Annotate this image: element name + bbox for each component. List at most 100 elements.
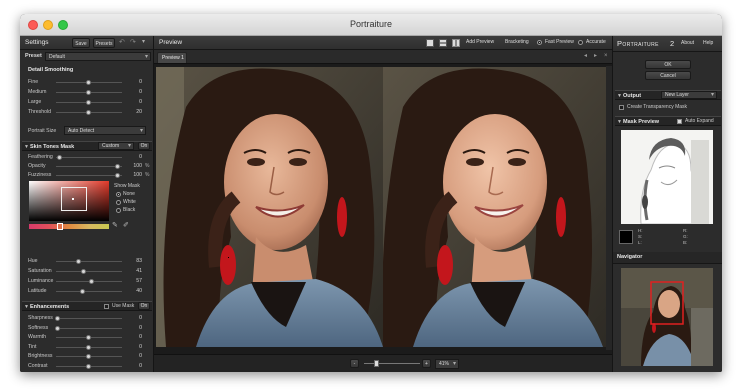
hue-slider-knob[interactable] xyxy=(76,259,82,264)
opacity-slider-knob[interactable] xyxy=(114,164,120,169)
presets-button[interactable]: Presets xyxy=(93,38,115,48)
eyedropper-add-icon[interactable]: ✎ xyxy=(112,222,118,229)
saturation-slider-track[interactable] xyxy=(56,271,122,272)
fuzziness-slider-track[interactable] xyxy=(56,175,122,176)
brand-name: Portraiture xyxy=(617,39,659,48)
single-view-icon[interactable] xyxy=(426,39,434,47)
split-vertical-icon[interactable] xyxy=(452,39,460,47)
output-select[interactable]: New Layer xyxy=(661,91,717,99)
split-horizontal-icon[interactable] xyxy=(439,39,447,47)
luminance-slider-knob[interactable] xyxy=(89,279,95,284)
tab-scroll-left-icon[interactable]: ◂ xyxy=(584,53,587,59)
feathering-slider-knob[interactable] xyxy=(56,155,62,160)
show-mask-white-radio[interactable] xyxy=(116,200,121,205)
skin-tone-selection-box[interactable] xyxy=(61,187,87,211)
ok-button[interactable]: OK xyxy=(645,60,691,69)
latitude-slider-track[interactable] xyxy=(56,291,122,292)
contrast-value[interactable]: 0 xyxy=(122,363,142,369)
fuzziness-label: Fuzziness xyxy=(28,172,52,178)
fuzziness-value[interactable]: 100 xyxy=(122,172,142,178)
auto-expand-checkbox[interactable] xyxy=(677,119,682,124)
medium-value[interactable]: 0 xyxy=(122,89,142,95)
color-readout-s-value: S: xyxy=(638,234,643,239)
hue-strip[interactable] xyxy=(29,223,109,230)
tint-value[interactable]: 0 xyxy=(122,344,142,350)
fuzziness-slider-knob[interactable] xyxy=(114,173,120,178)
help-button[interactable]: Help xyxy=(703,41,713,46)
large-slider-knob[interactable] xyxy=(86,100,91,105)
threshold-value[interactable]: 20 xyxy=(122,109,142,115)
mask-preview-section-header[interactable]: ▼ Mask Preview Auto Expand xyxy=(615,116,721,126)
skin-tones-mode-select[interactable]: Custom xyxy=(98,142,134,150)
hue-value[interactable]: 83 xyxy=(122,258,142,264)
fine-slider-knob[interactable] xyxy=(86,80,91,85)
tab-scroll-right-icon[interactable]: ▸ xyxy=(594,53,597,59)
hue-slider-track[interactable] xyxy=(56,261,122,262)
navigator-thumbnail[interactable] xyxy=(621,268,713,366)
undo-icon[interactable]: ↶ xyxy=(119,39,125,46)
create-transparency-checkbox[interactable] xyxy=(619,105,624,110)
skin-tone-color-field[interactable] xyxy=(29,181,109,221)
luminance-value[interactable]: 57 xyxy=(122,278,142,284)
sharpness-slider-knob[interactable] xyxy=(55,316,61,321)
softness-value[interactable]: 0 xyxy=(122,325,142,331)
sharpness-slider-track[interactable] xyxy=(56,318,122,319)
bracketing-button[interactable]: Bracketing xyxy=(505,40,529,45)
warmth-value[interactable]: 0 xyxy=(122,334,142,340)
tab-close-icon[interactable]: × xyxy=(604,53,608,59)
brightness-slider-knob[interactable] xyxy=(86,354,91,359)
show-mask-white-label: White xyxy=(123,199,136,205)
feathering-value[interactable]: 0 xyxy=(122,154,142,160)
skin-tones-on-button[interactable]: On xyxy=(138,142,150,150)
eyedropper-subtract-icon[interactable]: ✐ xyxy=(123,222,129,229)
enhancements-on-button[interactable]: On xyxy=(138,302,150,310)
output-section-header[interactable]: ▼ Output New Layer xyxy=(615,90,721,100)
sharpness-value[interactable]: 0 xyxy=(122,315,142,321)
show-mask-none-radio[interactable] xyxy=(116,192,121,197)
portrait-size-select[interactable]: Auto Detect xyxy=(64,126,146,135)
latitude-value[interactable]: 40 xyxy=(122,288,142,294)
saturation-slider-knob[interactable] xyxy=(80,269,86,274)
softness-slider-track[interactable] xyxy=(56,327,122,329)
before-preview-image[interactable] xyxy=(156,67,383,347)
latitude-slider-knob[interactable] xyxy=(79,289,85,294)
zoom-slider-knob[interactable] xyxy=(374,360,379,367)
zoom-out-button[interactable]: - xyxy=(350,359,359,368)
contrast-slider-knob[interactable] xyxy=(86,363,91,369)
feathering-slider-track[interactable] xyxy=(56,157,122,158)
add-preview-button[interactable]: Add Preview xyxy=(466,40,494,45)
large-value[interactable]: 0 xyxy=(122,99,142,105)
warmth-slider-knob[interactable] xyxy=(86,335,91,340)
softness-slider-knob[interactable] xyxy=(55,325,61,331)
enhancements-section-header[interactable]: ▼ Enhancements Use Mask On xyxy=(22,301,152,311)
accurate-label: Accurate xyxy=(586,39,606,45)
tab-preview-1[interactable]: Preview 1 xyxy=(157,52,187,63)
fast-preview-radio[interactable] xyxy=(537,40,542,45)
accurate-radio[interactable] xyxy=(578,40,583,45)
cancel-button[interactable]: Cancel xyxy=(645,71,691,80)
after-preview-image[interactable] xyxy=(383,67,610,347)
skin-tones-section-header[interactable]: ▼ Skin Tones Mask Custom On xyxy=(22,141,152,151)
saturation-value[interactable]: 41 xyxy=(122,268,142,274)
tint-slider-knob[interactable] xyxy=(86,344,91,350)
opacity-value[interactable]: 100 xyxy=(122,163,142,169)
settings-menu-icon[interactable]: ▾ xyxy=(142,39,145,45)
use-mask-checkbox[interactable] xyxy=(104,304,109,309)
about-button[interactable]: About xyxy=(681,41,694,46)
zoom-in-button[interactable]: + xyxy=(422,359,431,368)
preset-select[interactable]: Default xyxy=(45,52,151,61)
skin-tone-picker-point[interactable] xyxy=(72,198,74,200)
threshold-slider-knob[interactable] xyxy=(86,110,91,115)
hue-strip-marker[interactable] xyxy=(57,223,63,230)
opacity-slider-track[interactable] xyxy=(56,166,122,167)
redo-icon[interactable]: ↷ xyxy=(130,39,136,46)
zoom-level-select[interactable]: 41% xyxy=(435,359,459,369)
zoom-slider-track[interactable] xyxy=(364,363,420,364)
fine-value[interactable]: 0 xyxy=(122,79,142,85)
medium-slider-knob[interactable] xyxy=(86,90,91,95)
show-mask-label: Show Mask xyxy=(114,183,140,189)
show-mask-black-radio[interactable] xyxy=(116,208,121,213)
preset-label: Preset xyxy=(25,53,42,59)
save-button[interactable]: Save xyxy=(72,38,90,48)
brightness-value[interactable]: 0 xyxy=(122,353,142,359)
